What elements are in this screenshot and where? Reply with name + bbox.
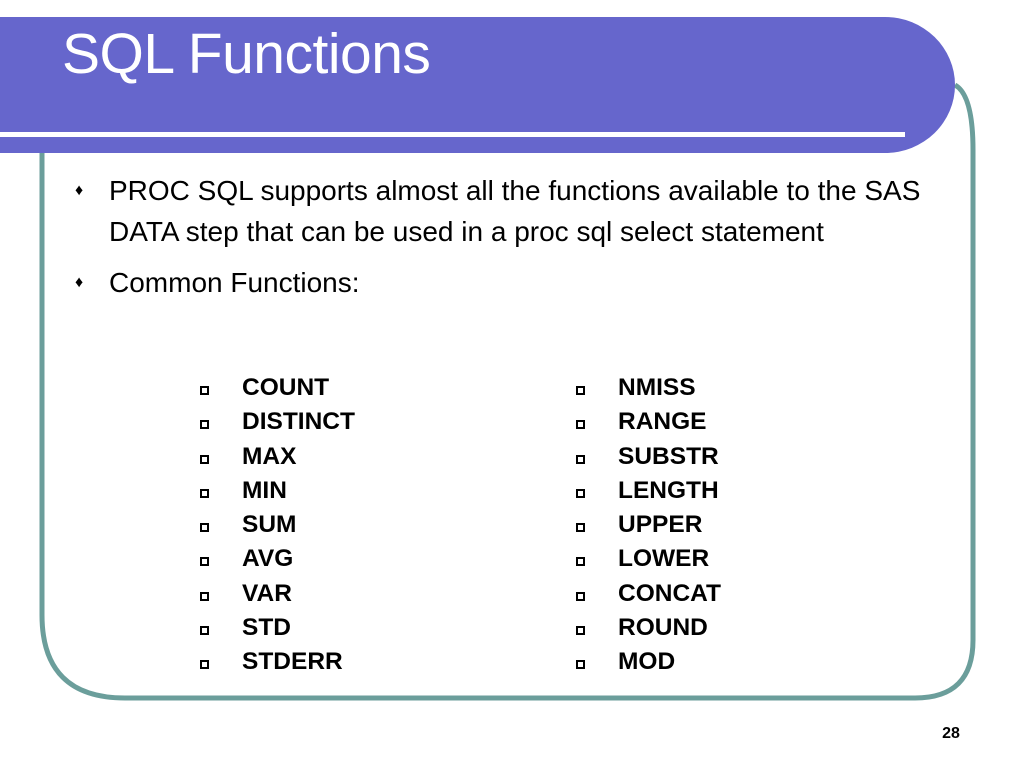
function-name: STD <box>242 613 291 641</box>
function-name: LOWER <box>618 545 710 573</box>
square-bullet-icon <box>576 660 585 669</box>
square-bullet-icon <box>200 591 209 601</box>
square-bullet-icon <box>200 488 209 498</box>
function-item: COUNT <box>198 371 355 405</box>
slide-title: SQL Functions <box>62 22 431 86</box>
function-item: MIN <box>198 474 355 508</box>
square-bullet-icon <box>576 523 585 532</box>
square-bullet-icon <box>576 488 585 498</box>
square-bullet-icon <box>576 557 585 567</box>
function-name: MAX <box>242 442 297 470</box>
square-bullet-icon <box>576 591 585 601</box>
function-name: CONCAT <box>618 579 721 607</box>
function-item: MAX <box>198 440 355 474</box>
function-item: SUBSTR <box>574 440 721 474</box>
slide-frame <box>0 17 976 701</box>
square-bullet-icon <box>200 523 209 532</box>
function-name: COUNT <box>242 374 330 401</box>
diamond-bullet-icon: ♦ <box>75 182 84 199</box>
function-name: AVG <box>242 545 294 573</box>
square-bullet-icon <box>576 386 585 395</box>
function-name: SUM <box>242 511 297 538</box>
function-item: VAR <box>198 577 355 611</box>
function-item: STD <box>198 611 355 645</box>
function-name: DISTINCT <box>242 408 355 436</box>
square-bullet-icon <box>200 454 209 464</box>
bullet-list: ♦ PROC SQL supports almost all the funct… <box>75 170 945 313</box>
bullet-text: PROC SQL supports almost all the functio… <box>109 175 921 247</box>
function-name: UPPER <box>618 511 703 538</box>
square-bullet-icon <box>200 386 209 395</box>
square-bullet-icon <box>576 454 585 464</box>
function-item: AVG <box>198 542 355 576</box>
function-item: STDERR <box>198 645 355 679</box>
square-bullet-icon <box>576 625 585 635</box>
function-item: ROUND <box>574 611 721 645</box>
function-name: MIN <box>242 476 287 504</box>
header-rule <box>0 132 905 137</box>
function-name: MOD <box>618 648 676 675</box>
square-bullet-icon <box>200 420 209 430</box>
functions-list-left: COUNT DISTINCT MAX MIN SUM AVG VAR STD S… <box>198 371 355 679</box>
bullet-item: ♦ Common Functions: <box>75 262 945 303</box>
functions-list-right: NMISS RANGE SUBSTR LENGTH UPPER LOWER CO… <box>574 371 721 679</box>
function-item: UPPER <box>574 508 721 542</box>
diamond-bullet-icon: ♦ <box>75 274 84 291</box>
function-item: LOWER <box>574 542 721 576</box>
function-name: ROUND <box>618 613 708 641</box>
function-item: DISTINCT <box>198 405 355 439</box>
function-item: LENGTH <box>574 474 721 508</box>
function-item: MOD <box>574 645 721 679</box>
bullet-item: ♦ PROC SQL supports almost all the funct… <box>75 170 945 252</box>
function-name: SUBSTR <box>618 442 719 470</box>
square-bullet-icon <box>200 557 209 567</box>
function-item: CONCAT <box>574 577 721 611</box>
page-number: 28 <box>942 725 960 742</box>
function-item: RANGE <box>574 405 721 439</box>
function-name: VAR <box>242 579 292 607</box>
bullet-text: Common Functions: <box>109 267 360 298</box>
function-name: RANGE <box>618 408 707 436</box>
function-name: LENGTH <box>618 476 719 504</box>
square-bullet-icon <box>200 660 209 669</box>
function-name: STDERR <box>242 648 343 675</box>
function-item: SUM <box>198 508 355 542</box>
function-name: NMISS <box>618 374 696 401</box>
function-item: NMISS <box>574 371 721 405</box>
square-bullet-icon <box>576 420 585 430</box>
square-bullet-icon <box>200 625 209 635</box>
